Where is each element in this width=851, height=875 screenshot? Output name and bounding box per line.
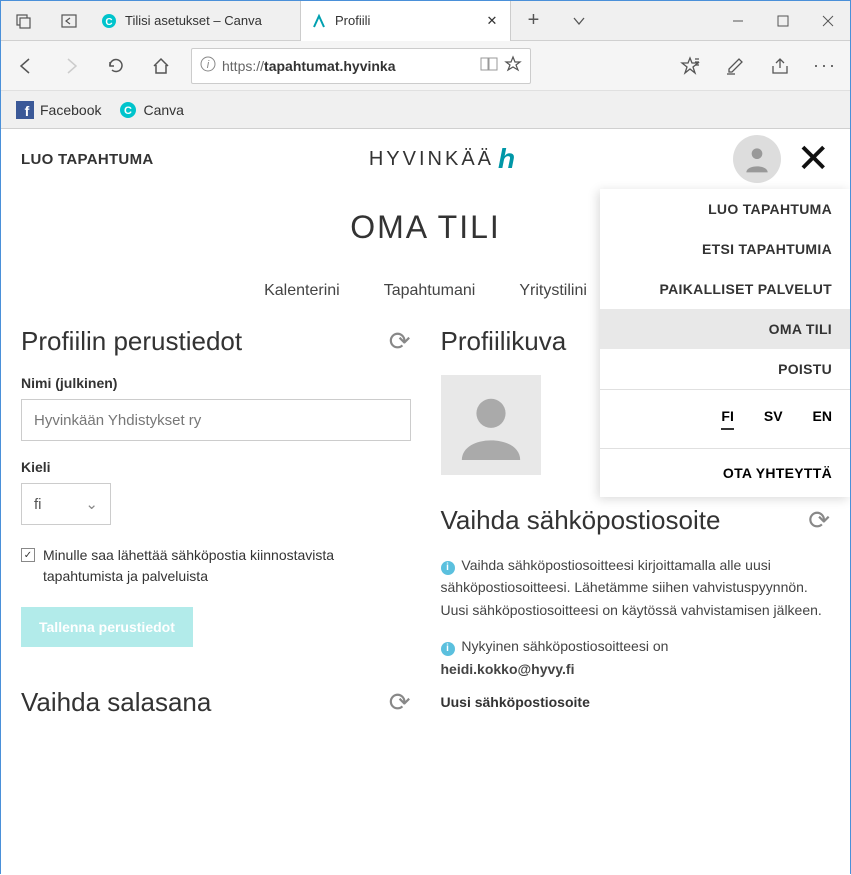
close-menu-icon[interactable]: ✕ [796, 136, 830, 182]
name-input[interactable] [21, 399, 411, 441]
close-window-button[interactable] [805, 1, 850, 41]
minimize-button[interactable] [715, 1, 760, 41]
side-menu: LUO TAPAHTUMA ETSI TAPAHTUMIA PAIKALLISE… [600, 189, 850, 497]
browser-tab-profiili[interactable]: Profiili ✕ [301, 1, 511, 41]
reading-view-icon[interactable] [480, 56, 498, 75]
tab-kalenterini[interactable]: Kalenterini [262, 276, 342, 306]
more-button[interactable]: ··· [810, 51, 840, 81]
svg-text:C: C [125, 105, 133, 117]
browser-titlebar: C Tilisi asetukset – Canva Profiili ✕ + [1, 1, 850, 41]
user-avatar[interactable] [733, 135, 781, 183]
bookmark-label: Canva [143, 102, 183, 118]
bookmark-label: Facebook [40, 102, 101, 118]
bookmark-facebook[interactable]: f Facebook [16, 101, 101, 119]
lang-fi[interactable]: FI [721, 408, 733, 430]
current-email-text: i Nykyinen sähköpostiosoitteesi on heidi… [441, 635, 831, 680]
refresh-icon[interactable]: ⟳ [389, 687, 411, 718]
favorite-star-icon[interactable] [504, 55, 522, 76]
profile-basics-title: Profiilin perustiedot ⟳ [21, 326, 411, 357]
site-info-icon[interactable]: i [200, 56, 216, 75]
favorites-button[interactable] [675, 51, 705, 81]
home-button[interactable] [146, 51, 176, 81]
address-bar[interactable]: i https://tapahtumat.hyvinka [191, 48, 531, 84]
notes-button[interactable] [720, 51, 750, 81]
maximize-button[interactable] [760, 1, 805, 41]
lang-sv[interactable]: SV [764, 408, 783, 430]
facebook-icon: f [16, 101, 34, 119]
svg-text:f: f [25, 103, 30, 119]
logo-mark-icon: h [498, 143, 518, 175]
checkbox-icon: ✓ [21, 548, 35, 562]
menu-item-logout[interactable]: POISTU [600, 349, 850, 389]
share-button[interactable] [765, 51, 795, 81]
svg-text:C: C [105, 17, 112, 28]
window-controls [715, 1, 850, 41]
browser-toolbar: i https://tapahtumat.hyvinka ··· [1, 41, 850, 91]
info-icon: i [441, 561, 455, 575]
refresh-button[interactable] [101, 51, 131, 81]
change-password-title: Vaihda salasana ⟳ [21, 687, 411, 718]
email-opt-in-checkbox[interactable]: ✓ Minulle saa lähettää sähköpostia kiinn… [21, 545, 411, 587]
url-text: https://tapahtumat.hyvinka [222, 58, 474, 74]
menu-item-search[interactable]: ETSI TAPAHTUMIA [600, 229, 850, 269]
favicon-profiili-icon [311, 13, 327, 29]
tab-title: Tilisi asetukset – Canva [125, 13, 262, 28]
name-label: Nimi (julkinen) [21, 375, 411, 391]
create-event-link[interactable]: LUO TAPAHTUMA [21, 151, 154, 168]
left-column: Profiilin perustiedot ⟳ Nimi (julkinen) … [21, 326, 411, 736]
close-tab-icon[interactable]: ✕ [484, 13, 500, 29]
change-email-title: Vaihda sähköpostiosoite ⟳ [441, 505, 831, 536]
lang-label: Kieli [21, 459, 411, 475]
tab-actions-icon[interactable] [1, 1, 46, 41]
menu-contact[interactable]: OTA YHTEYTTÄ [600, 449, 850, 497]
set-aside-icon[interactable] [46, 1, 91, 41]
info-icon: i [441, 642, 455, 656]
forward-button[interactable] [56, 51, 86, 81]
lang-value: fi [34, 496, 42, 513]
page-content: LUO TAPAHTUMA HYVINKÄÄ h ✕ OMA TILI Kale… [1, 129, 850, 875]
menu-item-create[interactable]: LUO TAPAHTUMA [600, 189, 850, 229]
menu-item-local[interactable]: PAIKALLISET PALVELUT [600, 269, 850, 309]
tab-tapahtumani[interactable]: Tapahtumani [382, 276, 478, 306]
checkbox-label: Minulle saa lähettää sähköpostia kiinnos… [43, 545, 411, 587]
save-basics-button[interactable]: Tallenna perustiedot [21, 607, 193, 647]
tab-title: Profiili [335, 13, 468, 28]
browser-tab-canva[interactable]: C Tilisi asetukset – Canva [91, 1, 301, 41]
svg-text:i: i [207, 59, 210, 71]
refresh-icon[interactable]: ⟳ [389, 326, 411, 357]
canva-icon: C [119, 101, 137, 119]
chevron-down-icon: ⌄ [85, 495, 98, 513]
menu-languages: FI SV EN [600, 389, 850, 449]
favicon-canva-icon: C [101, 13, 117, 29]
menu-item-account[interactable]: OMA TILI [600, 309, 850, 349]
tab-yritystilini[interactable]: Yritystilini [517, 276, 589, 306]
email-info-text: i Vaihda sähköpostiosoitteesi kirjoittam… [441, 554, 831, 621]
new-tab-button[interactable]: + [511, 1, 556, 41]
bookmark-canva[interactable]: C Canva [119, 101, 183, 119]
tab-menu-icon[interactable] [556, 1, 601, 41]
back-button[interactable] [11, 51, 41, 81]
profile-picture-placeholder[interactable] [441, 375, 541, 475]
logo-text: HYVINKÄÄ [369, 148, 494, 171]
lang-select[interactable]: fi ⌄ [21, 483, 111, 525]
refresh-icon[interactable]: ⟳ [808, 505, 830, 536]
bookmarks-bar: f Facebook C Canva [1, 91, 850, 129]
site-logo[interactable]: HYVINKÄÄ h [369, 143, 518, 175]
site-header: LUO TAPAHTUMA HYVINKÄÄ h ✕ [1, 129, 850, 189]
current-email-value: heidi.kokko@hyvy.fi [441, 661, 575, 677]
lang-en[interactable]: EN [813, 408, 832, 430]
new-email-label: Uusi sähköpostiosoite [441, 694, 831, 710]
